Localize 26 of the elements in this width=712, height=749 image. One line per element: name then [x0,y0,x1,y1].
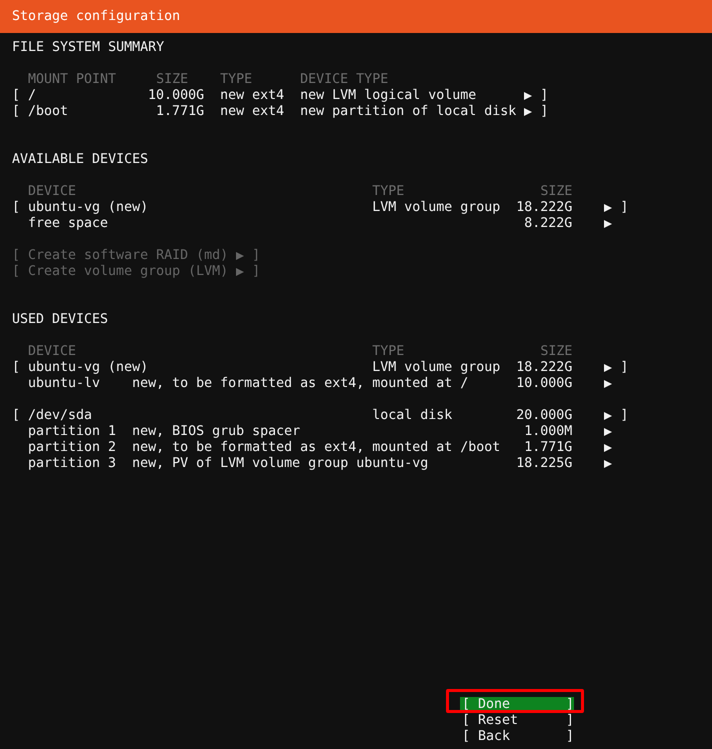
menu-button[interactable]: [ Reset ] [460,713,574,729]
section-heading: USED DEVICES [12,312,108,328]
column-header: DEVICE TYPE [300,72,388,88]
window-title: Storage configuration [12,8,180,24]
column-header: TYPE [220,72,252,88]
column-header: SIZE [156,72,188,88]
column-header: TYPE [372,184,404,200]
section-heading: FILE SYSTEM SUMMARY [12,40,164,56]
list-row[interactable]: [ ubuntu-vg (new) LVM volume group 18.222G ] [12,360,628,376]
column-header: DEVICE [28,344,76,360]
menu-button[interactable]: [ Back ] [460,729,574,745]
column-header: TYPE [372,344,404,360]
list-row[interactable]: partition 2 new, to be formatted as ext4, mounted at /boot 1.771G [12,440,620,456]
list-row[interactable]: [ /boot 1.771G new ext4 new partition of local disk ] [12,104,548,120]
list-row[interactable]: [ /dev/sda local disk 20.000G ] [12,408,628,424]
column-header: SIZE [540,344,572,360]
section-heading: AVAILABLE DEVICES [12,152,148,168]
column-header: DEVICE [28,184,76,200]
column-header: MOUNT POINT [28,72,116,88]
list-row[interactable]: [ ubuntu-vg (new) LVM volume group 18.222G ] [12,200,628,216]
list-row[interactable]: [ / 10.000G new ext4 new LVM logical volume ] [12,88,548,104]
list-row[interactable]: ubuntu-lv new, to be formatted as ext4, mounted at / 10.000G [12,376,620,392]
column-header: SIZE [540,184,572,200]
list-row[interactable]: free space 8.222G [12,216,620,232]
list-row[interactable]: partition 1 new, BIOS grub spacer 1.000M [12,424,620,440]
list-row[interactable]: partition 3 new, PV of LVM volume group ubuntu-vg 18.225G [12,456,620,472]
